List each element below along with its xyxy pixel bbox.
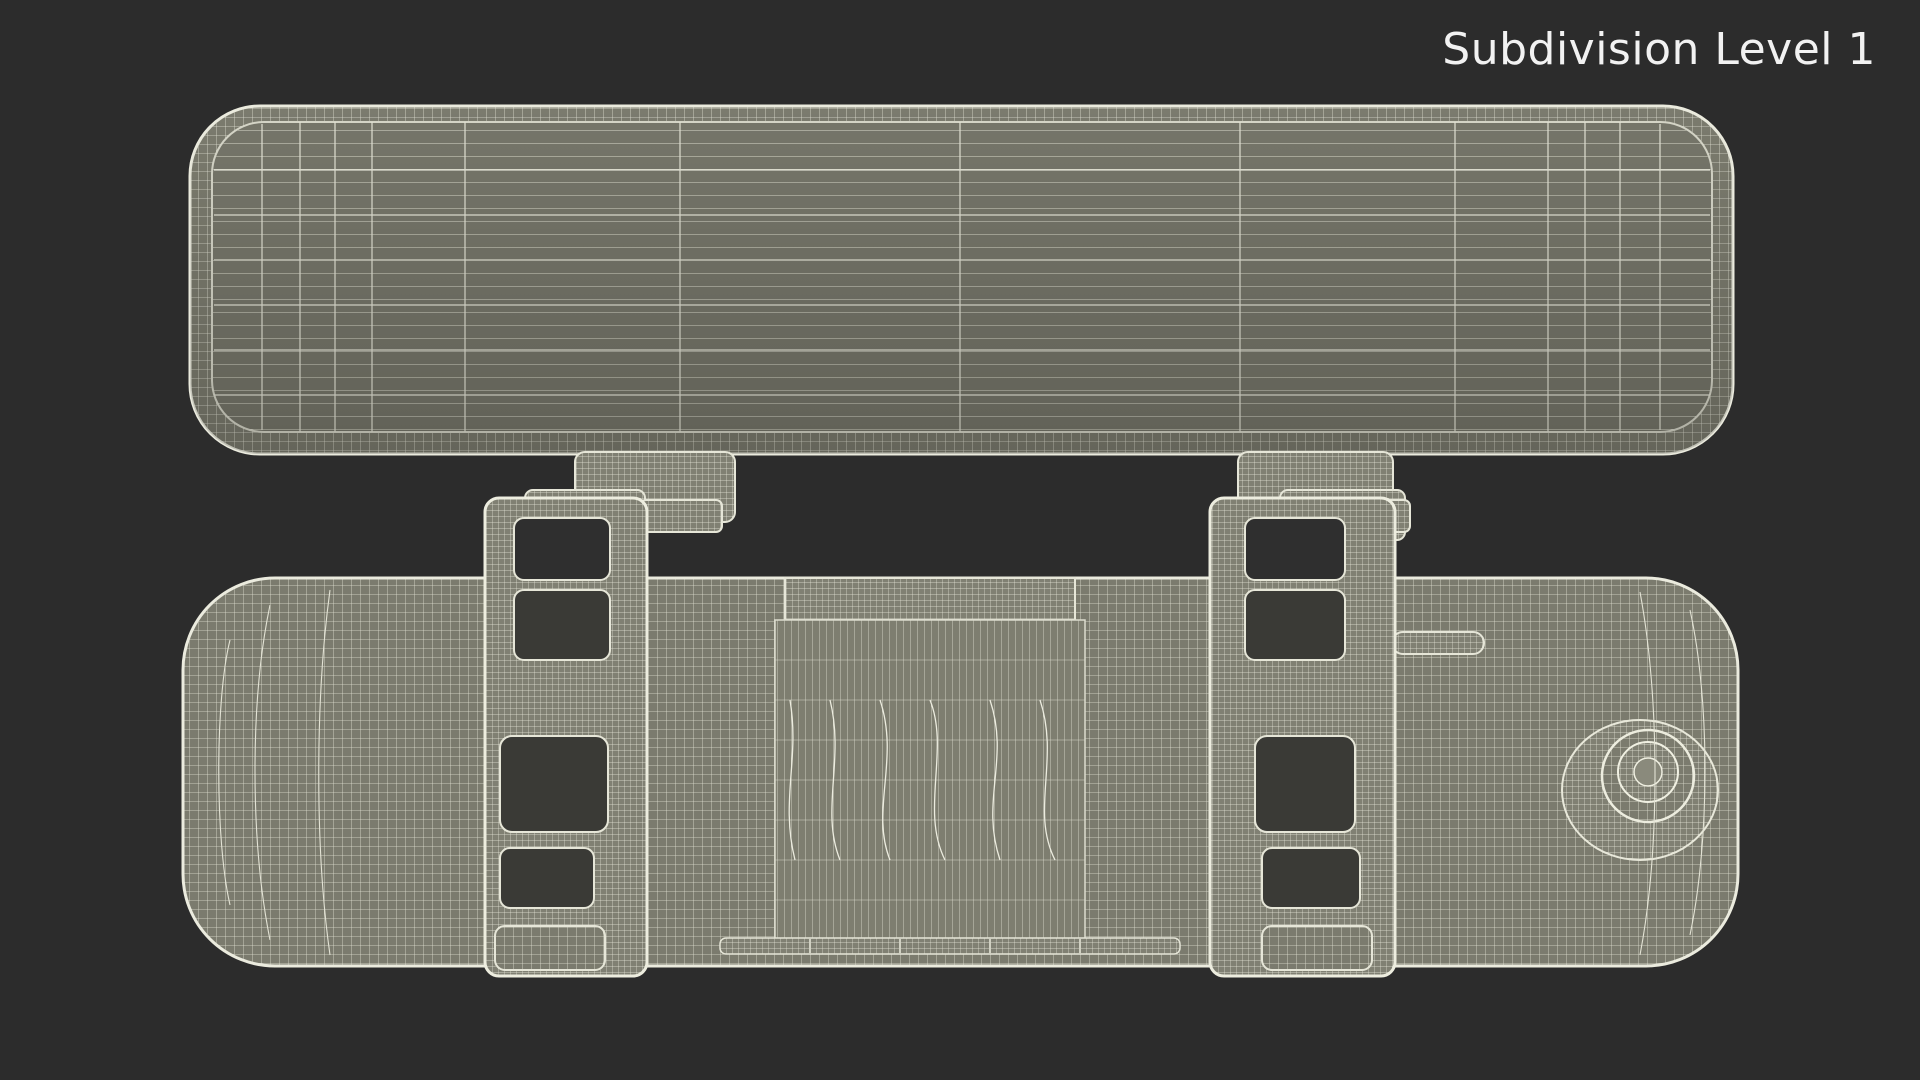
rear-camera-lens xyxy=(1561,719,1719,861)
indicator-slot xyxy=(1391,631,1485,655)
center-panel xyxy=(774,619,1086,951)
bottom-button-strip xyxy=(719,937,1181,955)
wireframe-render xyxy=(181,104,1740,978)
strap-clip-left xyxy=(483,496,649,978)
mirror-front-view xyxy=(188,104,1735,456)
mirror-back-view xyxy=(181,576,1740,968)
strap-clip-right xyxy=(1208,496,1397,978)
top-recess xyxy=(784,577,1076,621)
viewport: Subdivision Level 1 xyxy=(0,0,1920,1080)
